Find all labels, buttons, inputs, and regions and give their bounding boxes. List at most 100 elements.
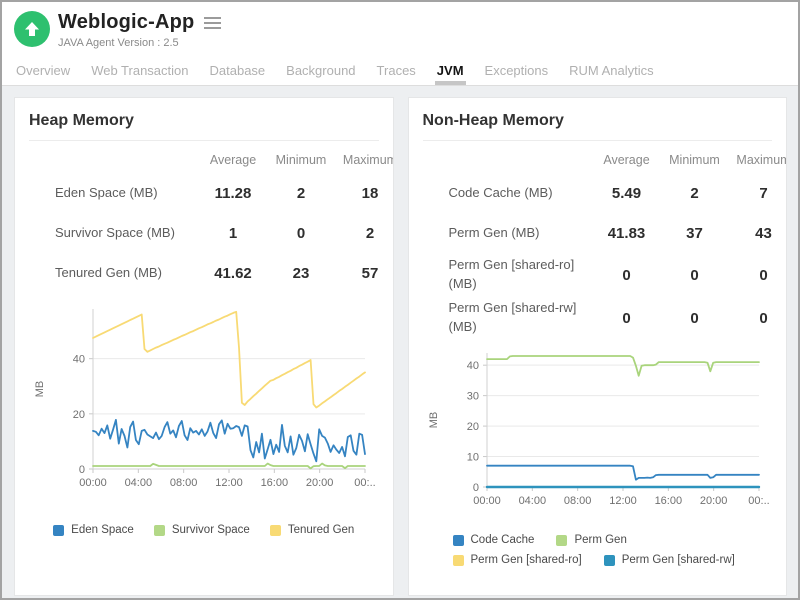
cell-value: 41.62	[199, 265, 267, 282]
row-label: Tenured Gen (MB)	[29, 264, 199, 283]
tab-overview[interactable]: Overview	[14, 59, 72, 85]
legend-label: Eden Space	[71, 524, 134, 536]
svg-text:16:00: 16:00	[654, 495, 682, 507]
svg-text:16:00: 16:00	[261, 477, 289, 489]
legend-item[interactable]: Survivor Space	[154, 524, 250, 536]
table-row: Perm Gen [shared-rw] (MB) 0 0 0	[423, 297, 788, 339]
legend-swatch	[154, 525, 165, 536]
table-row: Eden Space (MB) 11.28 2 18	[29, 173, 394, 213]
cell-value: 37	[661, 225, 729, 242]
content-area: Heap Memory Average Minimum Maximum Eden…	[2, 86, 798, 598]
row-label: Perm Gen [shared-ro] (MB)	[423, 256, 593, 294]
non-heap-memory-table: Average Minimum Maximum Code Cache (MB) …	[423, 147, 788, 339]
cell-value: 43	[729, 225, 788, 242]
svg-text:10: 10	[466, 452, 478, 464]
table-header-row: Average Minimum Maximum	[423, 147, 788, 173]
panel-title: Heap Memory	[29, 112, 379, 130]
non-heap-memory-panel: Non-Heap Memory Average Minimum Maximum …	[408, 97, 788, 596]
legend-label: Perm Gen	[574, 534, 626, 546]
table-row: Tenured Gen (MB) 41.62 23 57	[29, 253, 394, 293]
tab-exceptions[interactable]: Exceptions	[483, 59, 551, 85]
column-header-maximum: Maximum	[729, 153, 788, 167]
cell-value: 18	[335, 185, 394, 202]
heap-chart-legend: Eden Space Survivor Space Tenured Gen	[29, 524, 379, 536]
svg-text:40: 40	[73, 354, 85, 366]
cell-value: 0	[593, 310, 661, 327]
cell-value: 0	[729, 267, 788, 284]
svg-text:20: 20	[73, 409, 85, 421]
row-label: Code Cache (MB)	[423, 184, 593, 203]
column-header-average: Average	[593, 153, 661, 167]
cell-value: 5.49	[593, 185, 661, 202]
tab-rum-analytics[interactable]: RUM Analytics	[567, 59, 656, 85]
tab-web-transaction[interactable]: Web Transaction	[89, 59, 190, 85]
table-row: Survivor Space (MB) 1 0 2	[29, 213, 394, 253]
legend-label: Perm Gen [shared-ro]	[471, 554, 582, 566]
svg-text:MB: MB	[428, 412, 440, 429]
column-header-average: Average	[199, 153, 267, 167]
tab-bar: Overview Web Transaction Database Backgr…	[2, 53, 798, 86]
row-label: Survivor Space (MB)	[29, 224, 199, 243]
svg-text:00:00: 00:00	[473, 495, 501, 507]
cell-value: 0	[267, 225, 335, 242]
table-row: Perm Gen (MB) 41.83 37 43	[423, 213, 788, 253]
non-heap-chart-legend: Code Cache Perm Gen Perm Gen [shared-ro]	[453, 534, 773, 566]
svg-text:08:00: 08:00	[563, 495, 591, 507]
legend-label: Code Cache	[471, 534, 535, 546]
row-label: Eden Space (MB)	[29, 184, 199, 203]
tab-database[interactable]: Database	[208, 59, 268, 85]
cell-value: 0	[729, 310, 788, 327]
cell-value: 2	[267, 185, 335, 202]
cell-value: 57	[335, 265, 394, 282]
tab-traces[interactable]: Traces	[375, 59, 418, 85]
heap-memory-panel: Heap Memory Average Minimum Maximum Eden…	[14, 97, 394, 596]
legend-label: Tenured Gen	[288, 524, 355, 536]
page-title: Weblogic-App	[58, 11, 194, 34]
panel-title: Non-Heap Memory	[423, 112, 773, 130]
legend-swatch	[556, 535, 567, 546]
legend-item[interactable]: Code Cache	[453, 534, 535, 546]
svg-text:04:00: 04:00	[125, 477, 153, 489]
cell-value: 1	[199, 225, 267, 242]
cell-value: 0	[661, 267, 729, 284]
row-label: Perm Gen (MB)	[423, 224, 593, 243]
divider	[423, 140, 773, 141]
up-arrow-icon	[22, 19, 42, 39]
legend-label: Survivor Space	[172, 524, 250, 536]
svg-text:04:00: 04:00	[518, 495, 546, 507]
svg-text:20:00: 20:00	[306, 477, 334, 489]
app-status-icon	[14, 11, 50, 47]
legend-swatch	[453, 555, 464, 566]
cell-value: 2	[335, 225, 394, 242]
cell-value: 7	[729, 185, 788, 202]
menu-icon[interactable]	[202, 15, 223, 31]
table-header-row: Average Minimum Maximum	[29, 147, 394, 173]
heap-memory-chart[interactable]: 0204000:0004:0008:0012:0016:0020:0000:..…	[29, 299, 379, 494]
legend-label: Perm Gen [shared-rw]	[622, 554, 735, 566]
cell-value: 23	[267, 265, 335, 282]
legend-item[interactable]: Tenured Gen	[270, 524, 355, 536]
cell-value: 41.83	[593, 225, 661, 242]
row-label: Perm Gen [shared-rw] (MB)	[423, 299, 593, 337]
svg-text:MB: MB	[34, 381, 46, 398]
legend-item[interactable]: Perm Gen [shared-ro]	[453, 554, 582, 566]
legend-swatch	[270, 525, 281, 536]
legend-swatch	[604, 555, 615, 566]
legend-item[interactable]: Perm Gen [shared-rw]	[604, 554, 735, 566]
column-header-maximum: Maximum	[335, 153, 394, 167]
legend-item[interactable]: Perm Gen	[556, 534, 626, 546]
heap-memory-table: Average Minimum Maximum Eden Space (MB) …	[29, 147, 394, 293]
tab-background[interactable]: Background	[284, 59, 357, 85]
non-heap-memory-chart[interactable]: 01020304000:0004:0008:0012:0016:0020:000…	[423, 345, 773, 512]
tab-jvm[interactable]: JVM	[435, 59, 466, 85]
agent-version-label: JAVA Agent Version : 2.5	[58, 37, 223, 49]
column-header-minimum: Minimum	[267, 153, 335, 167]
cell-value: 0	[661, 310, 729, 327]
cell-value: 0	[593, 267, 661, 284]
svg-text:30: 30	[466, 391, 478, 403]
svg-text:20: 20	[466, 421, 478, 433]
legend-item[interactable]: Eden Space	[53, 524, 134, 536]
svg-text:40: 40	[466, 360, 478, 372]
svg-text:0: 0	[472, 482, 478, 494]
legend-swatch	[53, 525, 64, 536]
